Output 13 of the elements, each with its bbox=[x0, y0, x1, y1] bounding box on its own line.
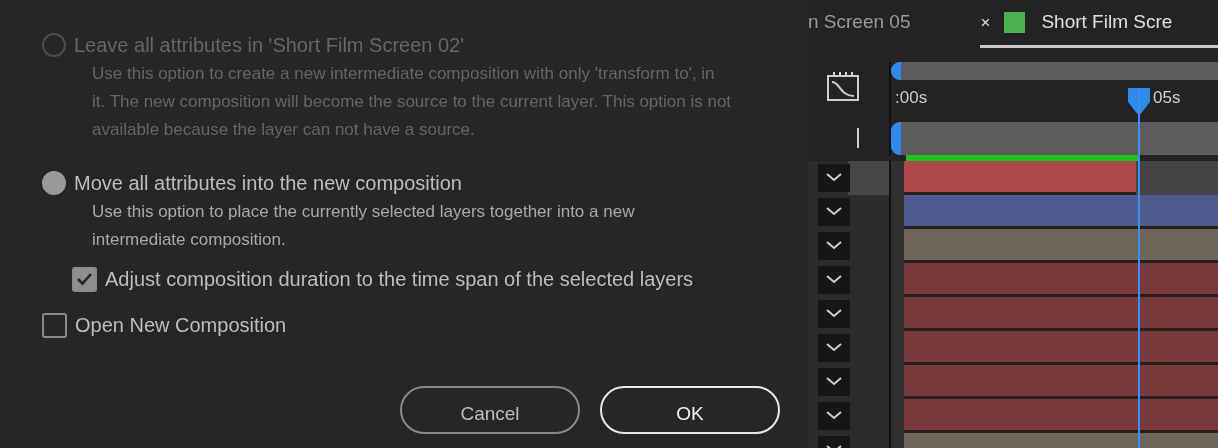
option-label: Leave all attributes in 'Short Film Screen 02' bbox=[74, 33, 465, 58]
tab[interactable]: n Screen 05 bbox=[808, 0, 911, 48]
checkbox-label: Adjust composition duration to the time span of the selected layers bbox=[105, 267, 694, 292]
option-description: Use this option to place the currently selected layers together into a new intermediate composition. bbox=[92, 201, 636, 251]
tab[interactable]: × Short Film Scre bbox=[980, 0, 1218, 48]
option-label: Move all attributes into the new composition bbox=[74, 171, 462, 196]
checkbox-label: Open New Composition bbox=[75, 313, 287, 338]
time-ruler-label: 05s bbox=[1153, 87, 1181, 109]
close-icon[interactable]: × bbox=[980, 9, 991, 36]
ok-button[interactable]: OK bbox=[600, 386, 780, 434]
time-ruler-label: :00s bbox=[895, 87, 928, 109]
option-description: Use this option to create a new intermediate composition with only 'transform to', in it. The new composition will become the source to the current layer. This option is not available because the layer can not have a source. bbox=[92, 63, 732, 141]
cancel-button[interactable]: Cancel bbox=[400, 386, 580, 434]
